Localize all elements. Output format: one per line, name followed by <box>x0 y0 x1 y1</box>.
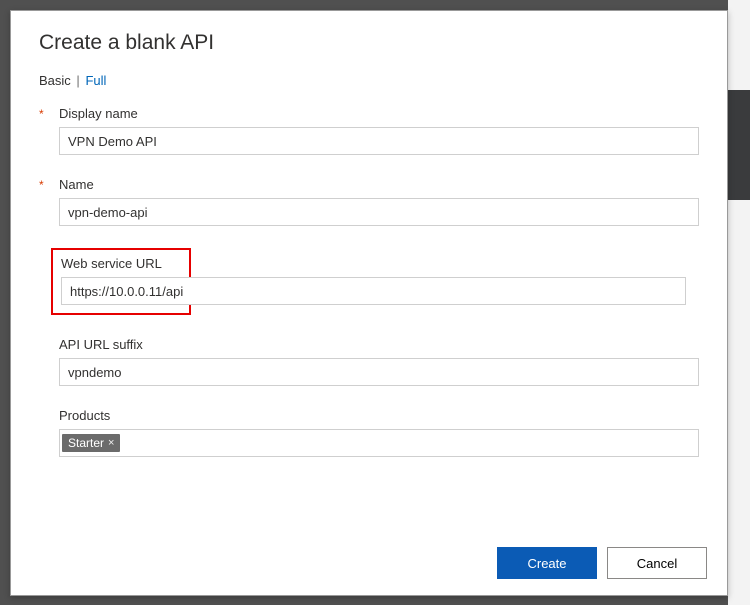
field-display-name: * Display name <box>39 106 699 155</box>
create-blank-api-dialog: Create a blank API Basic | Full * Displa… <box>10 10 728 596</box>
api-url-suffix-input[interactable] <box>59 358 699 386</box>
product-tag-label: Starter <box>68 436 104 450</box>
create-button[interactable]: Create <box>497 547 597 579</box>
web-service-url-label: Web service URL <box>61 256 181 271</box>
name-input[interactable] <box>59 198 699 226</box>
field-name: * Name <box>39 177 699 226</box>
display-name-input[interactable] <box>59 127 699 155</box>
field-products: Products Starter × <box>39 408 699 457</box>
cancel-button[interactable]: Cancel <box>607 547 707 579</box>
required-indicator: * <box>39 108 51 120</box>
field-api-url-suffix: API URL suffix <box>39 337 699 386</box>
products-input[interactable]: Starter × <box>59 429 699 457</box>
product-tag: Starter × <box>62 434 120 452</box>
dialog-footer: Create Cancel <box>11 533 727 595</box>
tab-separator: | <box>76 73 79 88</box>
tab-basic[interactable]: Basic <box>39 73 71 88</box>
tab-full[interactable]: Full <box>85 73 106 88</box>
web-service-url-input[interactable] <box>61 277 686 305</box>
display-name-label: Display name <box>59 106 138 121</box>
api-url-suffix-label: API URL suffix <box>59 337 143 352</box>
background-dark-block <box>728 90 750 200</box>
name-label: Name <box>59 177 94 192</box>
product-tag-remove-icon[interactable]: × <box>108 437 114 449</box>
required-indicator: * <box>39 179 51 191</box>
web-service-url-highlight: Web service URL <box>51 248 191 315</box>
products-label: Products <box>59 408 110 423</box>
dialog-body: Create a blank API Basic | Full * Displa… <box>11 11 727 533</box>
dialog-title: Create a blank API <box>39 31 699 55</box>
form-mode-tabs: Basic | Full <box>39 73 699 88</box>
